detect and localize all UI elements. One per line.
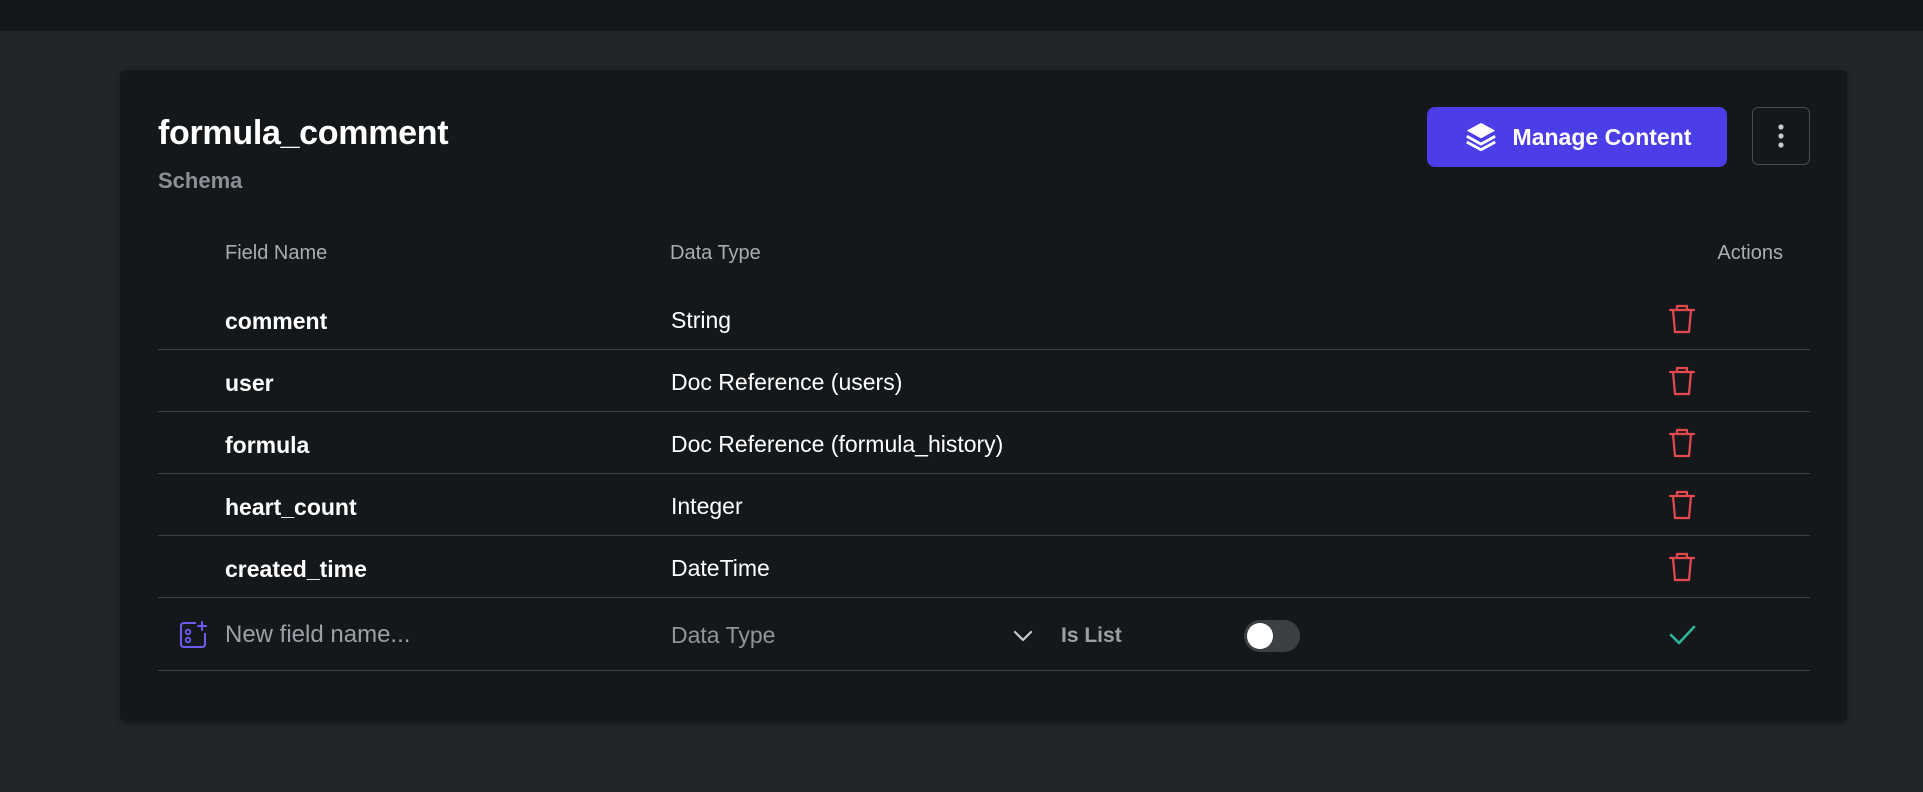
field-type: Doc Reference (users) [671, 369, 903, 395]
table-row: heart_count Integer [158, 474, 1810, 536]
schema-subtitle: Schema [158, 168, 243, 193]
trash-icon [1668, 366, 1696, 396]
trash-icon [1668, 304, 1696, 334]
data-type-dropdown[interactable]: Data Type [671, 618, 1051, 652]
manage-content-button[interactable]: Manage Content [1427, 107, 1727, 167]
table-row: created_time DateTime [158, 536, 1810, 598]
more-vertical-icon [1778, 124, 1784, 148]
delete-field-button[interactable] [1667, 489, 1697, 521]
header-actions: Actions [1717, 242, 1783, 264]
top-bar [0, 0, 1923, 31]
field-list: comment String user Doc Reference (users… [158, 288, 1810, 671]
field-type: DateTime [671, 555, 770, 581]
delete-field-button[interactable] [1667, 551, 1697, 583]
table-header: Field Name Data Type Actions [158, 232, 1810, 272]
is-list-label: Is List [1061, 624, 1122, 647]
confirm-field-button[interactable] [1667, 621, 1697, 649]
trash-icon [1668, 428, 1696, 458]
field-name: comment [225, 308, 328, 334]
collection-title: formula_comment [158, 114, 449, 152]
add-field-icon [178, 620, 208, 650]
toggle-knob [1247, 623, 1273, 649]
header-field-name: Field Name [225, 242, 328, 264]
layers-icon [1463, 119, 1499, 155]
delete-field-button[interactable] [1667, 427, 1697, 459]
new-field-name-input[interactable] [225, 618, 645, 652]
field-name: formula [225, 432, 310, 458]
field-type: String [671, 307, 732, 333]
field-name: heart_count [225, 494, 357, 520]
data-type-placeholder: Data Type [671, 622, 776, 648]
field-type: Integer [671, 493, 743, 519]
manage-content-label: Manage Content [1512, 123, 1692, 150]
delete-field-button[interactable] [1667, 365, 1697, 397]
trash-icon [1668, 490, 1696, 520]
is-list-toggle[interactable] [1244, 620, 1300, 652]
table-row: user Doc Reference (users) [158, 350, 1810, 412]
field-name: created_time [225, 556, 367, 582]
field-type: Doc Reference (formula_history) [671, 431, 1004, 457]
trash-icon [1668, 552, 1696, 582]
more-options-button[interactable] [1752, 107, 1810, 165]
table-row: formula Doc Reference (formula_history) [158, 412, 1810, 474]
delete-field-button[interactable] [1667, 303, 1697, 335]
chevron-down-icon [1013, 630, 1033, 642]
field-name: user [225, 370, 274, 396]
schema-card: formula_comment Schema Manage Content Fi… [120, 70, 1847, 722]
checkmark-icon [1669, 625, 1696, 645]
new-field-row: Data Type Is List [158, 598, 1810, 671]
table-row: comment String [158, 288, 1810, 350]
header-data-type: Data Type [670, 242, 761, 264]
